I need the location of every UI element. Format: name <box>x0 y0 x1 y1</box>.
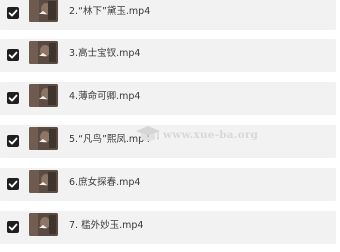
video-thumbnail <box>29 170 58 193</box>
file-name: 7. 槛外妙玉.mp4 <box>69 220 144 231</box>
file-name: 6.庶女探春.mp4 <box>69 177 141 188</box>
checkbox-checked-icon[interactable] <box>7 49 19 61</box>
video-thumbnail <box>29 0 58 22</box>
video-thumbnail <box>29 213 58 236</box>
list-item[interactable]: 6.庶女探春.mp4 <box>0 168 336 201</box>
file-name: 3.高士宝钗.mp4 <box>69 48 141 59</box>
video-thumbnail <box>29 84 58 107</box>
list-item[interactable]: 2.“林下”黛玉.mp4 <box>0 0 336 30</box>
list-item[interactable]: 4.薄命可卿.mp4 <box>0 82 336 115</box>
checkbox-checked-icon[interactable] <box>7 178 19 190</box>
file-name: 2.“林下”黛玉.mp4 <box>69 6 151 17</box>
graduation-cap-icon <box>136 126 160 141</box>
list-item[interactable]: 7. 槛外妙玉.mp4 <box>0 211 336 244</box>
checkbox-checked-icon[interactable] <box>7 7 19 19</box>
video-thumbnail <box>29 127 58 150</box>
watermark: www.xue-ba.org <box>134 123 258 149</box>
checkbox-checked-icon[interactable] <box>7 221 19 233</box>
checkbox-checked-icon[interactable] <box>7 135 19 147</box>
file-list: 2.“林下”黛玉.mp4 3.高士宝钗.mp4 4.薄命可卿.mp4 5.“凡鸟… <box>0 0 340 252</box>
list-item[interactable]: 3.高士宝钗.mp4 <box>0 39 336 72</box>
checkbox-checked-icon[interactable] <box>7 92 19 104</box>
file-name: 4.薄命可卿.mp4 <box>69 91 141 102</box>
video-thumbnail <box>29 41 58 64</box>
watermark-text: www.xue-ba.org <box>163 129 259 141</box>
